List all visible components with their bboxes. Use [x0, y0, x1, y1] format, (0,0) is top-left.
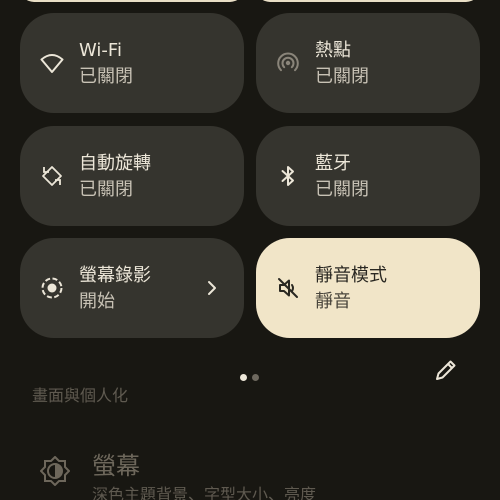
page-indicator [240, 366, 264, 385]
tile-auto-rotate-title: 自動旋轉 [79, 153, 151, 174]
tile-wifi[interactable]: Wi-Fi 已關閉 [20, 13, 244, 113]
tile-mute-mode-subtitle: 靜音 [315, 291, 351, 312]
tile-mute-mode-title: 靜音模式 [315, 265, 387, 286]
pencil-icon[interactable] [432, 356, 460, 384]
tile-wifi-title: Wi-Fi [79, 40, 122, 61]
partial-tile-left[interactable] [20, 0, 244, 2]
partial-tile-right[interactable] [256, 0, 480, 2]
tile-screen-record-subtitle: 開始 [79, 291, 115, 312]
bluetooth-icon [281, 166, 294, 186]
settings-item-subtitle: 深色主題背景、字型大小、亮度 [92, 485, 317, 500]
auto-rotate-icon [42, 166, 62, 186]
tile-hotspot-subtitle: 已關閉 [315, 66, 369, 87]
wifi-icon [40, 54, 64, 73]
chevron-right-icon[interactable] [200, 276, 224, 300]
tile-bluetooth-subtitle: 已關閉 [315, 179, 369, 200]
phone-screen: 畫面與個人化 螢幕 深色主題背景、字型大小、亮度 Wi-Fi 已關閉 熱點 已關… [0, 0, 500, 500]
settings-section-title: 畫面與個人化 [32, 386, 129, 405]
tile-mute-mode[interactable]: 靜音模式 靜音 [256, 238, 480, 338]
mute-icon [278, 278, 298, 298]
tile-screen-record-title: 螢幕錄影 [79, 265, 151, 286]
tile-hotspot[interactable]: 熱點 已關閉 [256, 13, 480, 113]
hotspot-icon [277, 52, 299, 72]
tile-wifi-subtitle: 已關閉 [79, 66, 133, 87]
tile-screen-record[interactable]: 螢幕錄影 開始 [20, 238, 244, 338]
tile-bluetooth[interactable]: 藍牙 已關閉 [256, 126, 480, 226]
settings-item-title[interactable]: 螢幕 [92, 446, 140, 481]
tile-bluetooth-title: 藍牙 [315, 153, 351, 174]
tile-hotspot-title: 熱點 [315, 40, 351, 61]
brightness-icon [40, 456, 70, 486]
page-dot [252, 374, 259, 381]
screen-record-icon [41, 277, 63, 299]
tile-auto-rotate-subtitle: 已關閉 [79, 179, 133, 200]
page-dot-active [240, 374, 247, 381]
tile-auto-rotate[interactable]: 自動旋轉 已關閉 [20, 126, 244, 226]
